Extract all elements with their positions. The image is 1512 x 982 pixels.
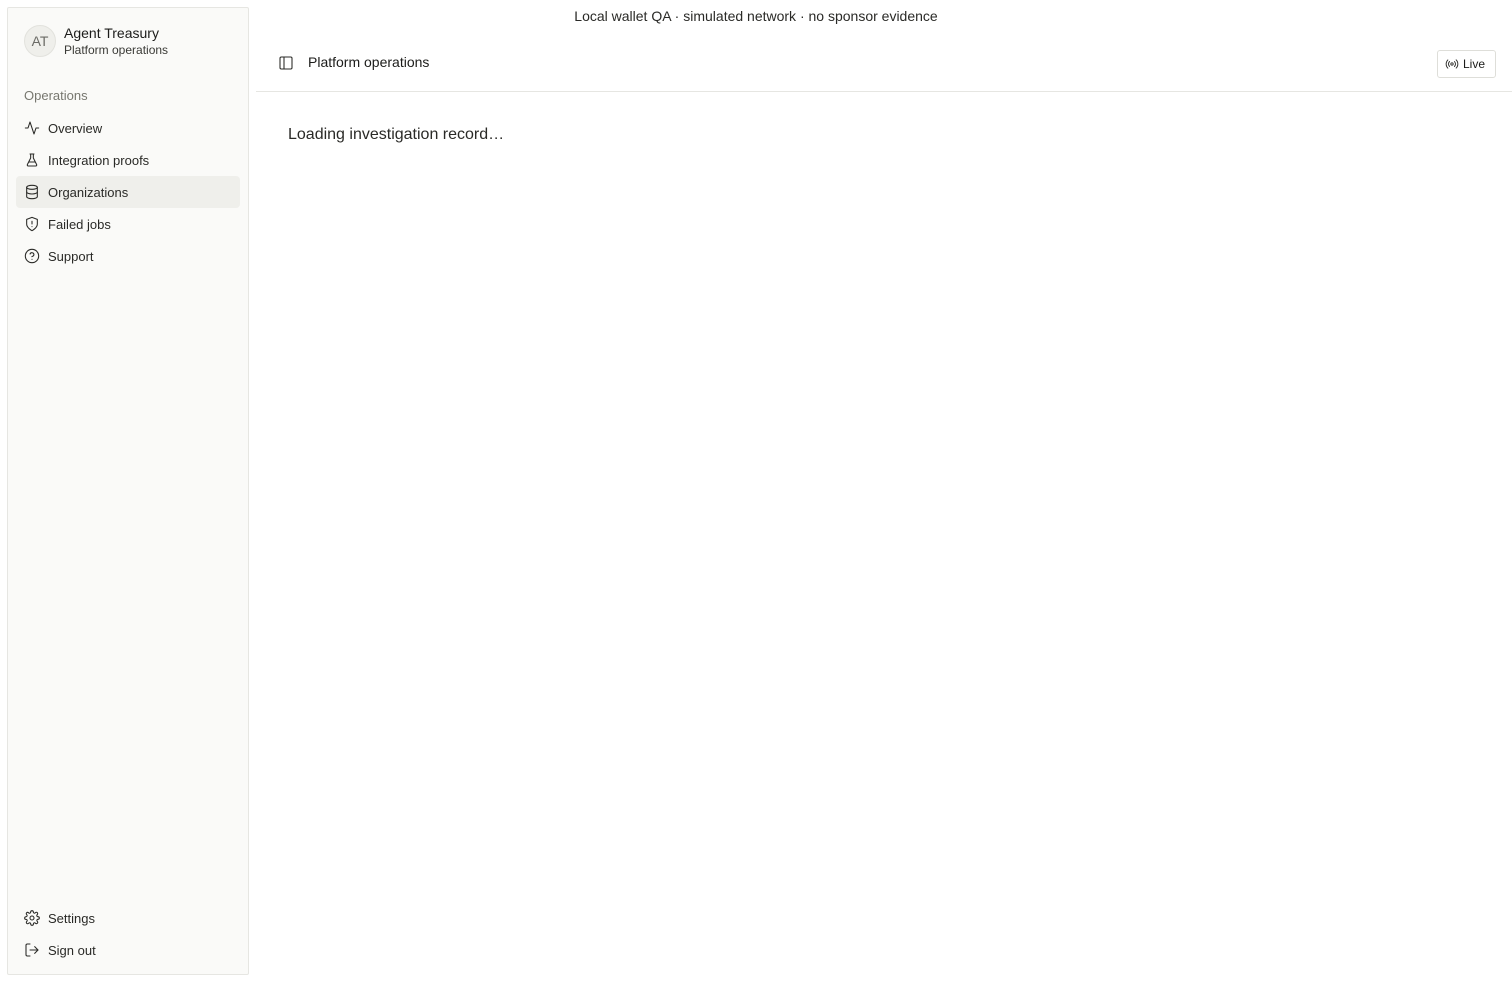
sidebar-item-settings[interactable]: Settings [16,902,240,934]
sidebar-item-support[interactable]: Support [16,240,240,272]
brand[interactable]: AT Agent Treasury Platform operations [24,24,168,58]
live-button[interactable]: Live [1436,50,1496,78]
database-icon [24,184,40,200]
sidebar-item-label: Settings [48,910,95,926]
sidebar-item-label: Support [48,248,94,264]
sidebar-footer: Settings Sign out [16,902,240,966]
live-label: Live [1462,57,1485,71]
shield-alert-icon [24,216,40,232]
top-header: Platform operations Live [256,40,1512,92]
sidebar-item-label: Organizations [48,184,129,200]
sidebar-item-label: Overview [48,120,103,136]
brand-subtitle: Platform operations [64,43,169,57]
environment-banner: Local wallet QA · simulated network · no… [574,8,938,24]
sidebar-nav: Overview Integration proofs Organization… [16,112,240,272]
sidebar-item-integration-proofs[interactable]: Integration proofs [16,144,240,176]
sidebar-item-label: Integration proofs [48,152,150,168]
broadcast-icon [1445,57,1459,71]
gear-icon [24,910,40,926]
activity-icon [24,120,40,136]
sidebar-item-failed-jobs[interactable]: Failed jobs [16,208,240,240]
sidebar-toggle-icon[interactable] [278,55,294,71]
sidebar-item-label: Failed jobs [48,216,111,232]
avatar: AT [24,25,56,57]
brand-title: Agent Treasury [64,25,159,41]
flask-icon [24,152,40,168]
sidebar: AT Agent Treasury Platform operations Op… [7,7,249,975]
sidebar-item-sign-out[interactable]: Sign out [16,934,240,966]
sidebar-item-organizations[interactable]: Organizations [16,176,240,208]
sidebar-item-overview[interactable]: Overview [16,112,240,144]
page-title: Platform operations [308,54,430,70]
loading-message: Loading investigation record… [288,126,505,143]
sidebar-item-label: Sign out [48,942,96,958]
nav-section-label: Operations [24,88,88,103]
logout-icon [24,942,40,958]
help-circle-icon [24,248,40,264]
